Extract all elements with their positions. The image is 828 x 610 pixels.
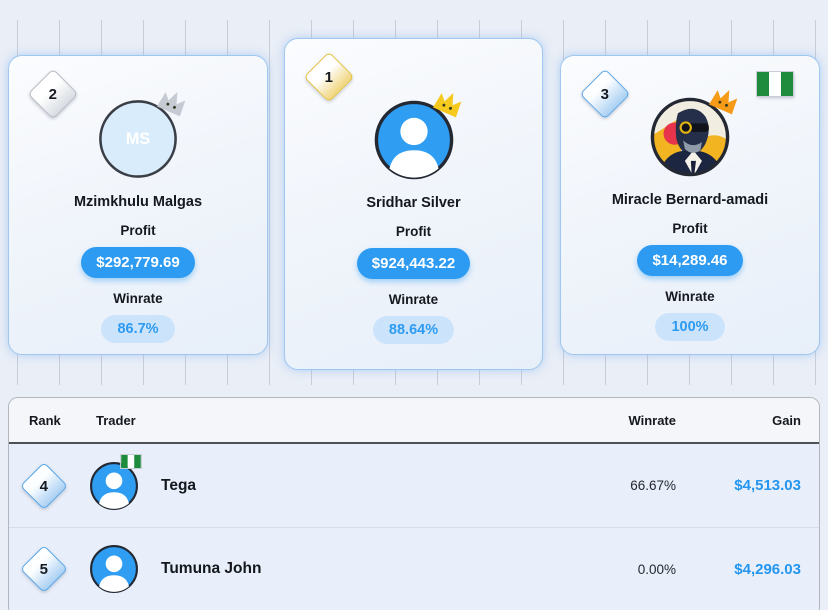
header-trader: Trader: [79, 413, 579, 428]
winrate-label: Winrate: [665, 289, 714, 304]
winrate-value-pill: 86.7%: [101, 315, 174, 343]
nigeria-flag-icon: [121, 455, 141, 468]
podium-card-rank3[interactable]: 3 Miracle Bernard-amadi Profit $14,289.4…: [560, 55, 820, 355]
winrate-value-pill: 100%: [655, 313, 724, 341]
header-rank: Rank: [9, 413, 79, 428]
profit-label: Profit: [120, 223, 155, 238]
winrate-label: Winrate: [113, 291, 162, 306]
avatar: [373, 99, 455, 181]
profit-label: Profit: [672, 221, 707, 236]
person-avatar: [89, 544, 139, 594]
profit-value-pill: $292,779.69: [81, 247, 194, 278]
table-row-rank5[interactable]: 5 Tumuna John 0.00% $4,296.03: [9, 527, 819, 610]
rank-badge-gold: 1: [304, 52, 355, 103]
rank-badge-silver: 2: [28, 69, 79, 120]
rank-number: 1: [325, 69, 333, 86]
rank-number: 2: [49, 86, 57, 103]
trader-name: Tumuna John: [161, 560, 261, 578]
table-header-row: Rank Trader Winrate Gain: [9, 398, 819, 444]
rank-number: 5: [40, 561, 48, 578]
rank-number: 4: [40, 477, 48, 494]
avatar: [649, 96, 731, 178]
avatar: [89, 544, 139, 594]
trader-name: Sridhar Silver: [366, 195, 460, 211]
trader-name: Miracle Bernard-amadi: [612, 192, 768, 208]
leaderboard-table: Rank Trader Winrate Gain 4 Tega 66.67% $…: [8, 397, 820, 610]
trader-name: Mzimkhulu Malgas: [74, 194, 202, 210]
winrate-value: 0.00%: [579, 562, 694, 577]
winrate-value-pill: 88.64%: [373, 316, 454, 344]
gain-value: $4,296.03: [694, 561, 819, 578]
rank-badge-blue: 5: [20, 545, 68, 593]
winrate-label: Winrate: [389, 292, 438, 307]
avatar-initials: MS: [126, 130, 151, 148]
profit-value-pill: $924,443.22: [357, 248, 470, 279]
rank-number: 3: [601, 86, 609, 103]
person-avatar: [89, 461, 139, 511]
table-row-rank4[interactable]: 4 Tega 66.67% $4,513.03: [9, 444, 819, 527]
podium-card-rank2[interactable]: 2 MS Mzimkhulu Malgas Profit $292,779.69…: [8, 55, 268, 355]
header-gain: Gain: [694, 413, 819, 428]
avatar: [89, 461, 139, 511]
rank-badge-blue: 4: [20, 461, 68, 509]
profit-value-pill: $14,289.46: [637, 245, 742, 276]
header-winrate: Winrate: [579, 413, 694, 428]
nigeria-flag-icon: [757, 72, 793, 96]
podium-card-rank1[interactable]: 1 Sridhar Silver Profit $924,443.22 Winr…: [284, 38, 543, 370]
trader-name: Tega: [161, 477, 196, 495]
profit-label: Profit: [396, 224, 431, 239]
avatar: MS: [97, 98, 179, 180]
gain-value: $4,513.03: [694, 477, 819, 494]
winrate-value: 66.67%: [579, 478, 694, 493]
rank-badge-blue: 3: [580, 69, 631, 120]
